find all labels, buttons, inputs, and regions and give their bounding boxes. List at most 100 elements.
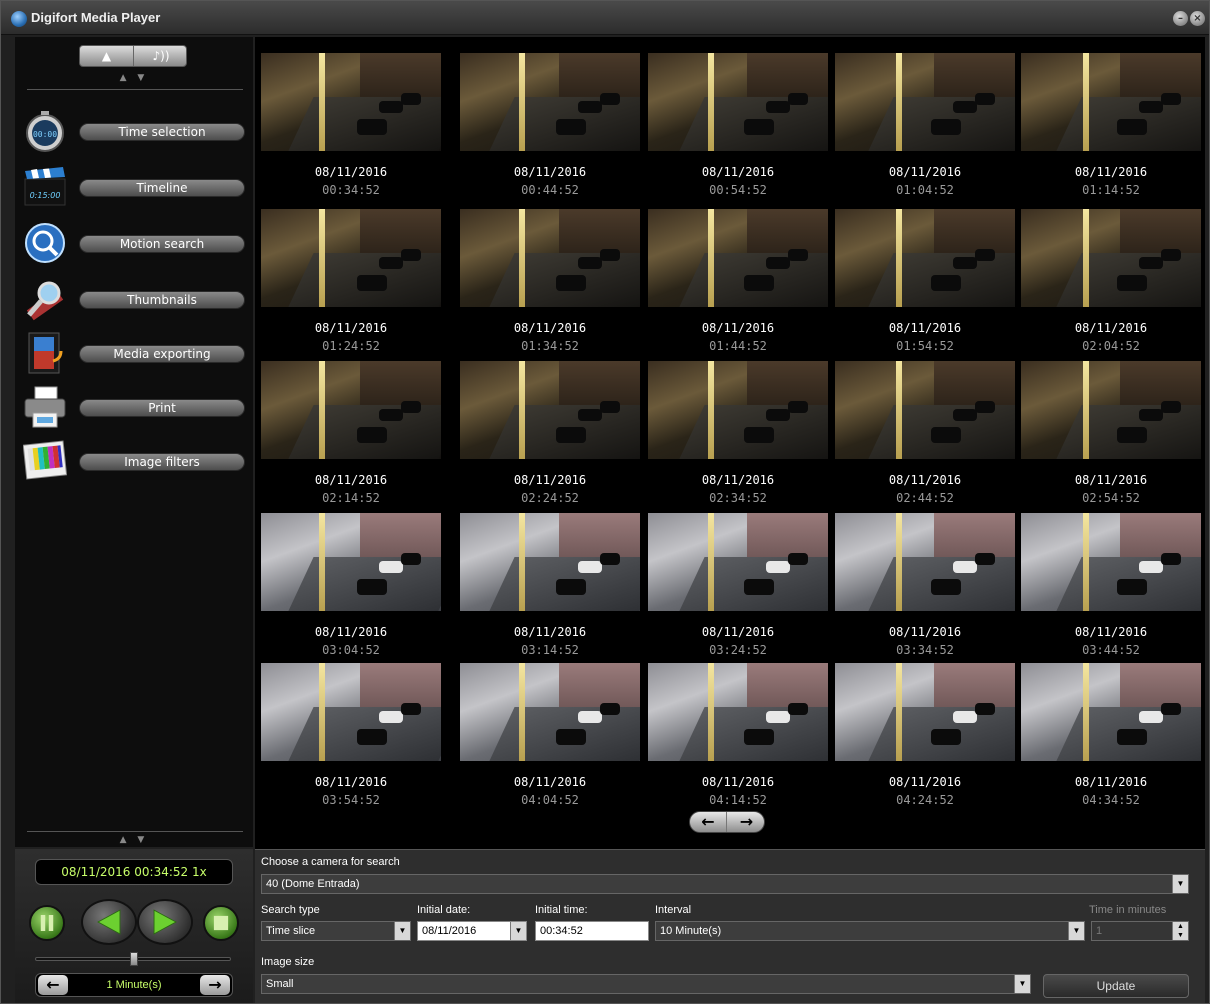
stop-button[interactable] bbox=[203, 905, 239, 941]
video-audio-toggle[interactable]: ▲ ♪)) bbox=[79, 45, 187, 67]
thumbnail-time: 00:54:52 bbox=[709, 183, 767, 197]
thumbnail-image[interactable] bbox=[261, 361, 441, 459]
step-interval-label: 1 Minute(s) bbox=[106, 979, 162, 991]
sidebar-scroll-arrows-top[interactable]: ▲ ▼ bbox=[15, 73, 253, 83]
initial-time-value: 00:34:52 bbox=[540, 925, 583, 937]
thumbnail-image[interactable] bbox=[460, 53, 640, 151]
tool-row-time-selection[interactable]: 00:00 Time selection bbox=[23, 109, 249, 157]
chevron-down-icon[interactable]: ▼ bbox=[394, 922, 410, 940]
title-bar: Digifort Media Player – × bbox=[1, 1, 1209, 35]
thumbnail-image[interactable] bbox=[261, 663, 441, 761]
thumbnail-image[interactable] bbox=[1021, 513, 1201, 611]
printer-icon bbox=[24, 386, 66, 428]
image-size-value: Small bbox=[266, 978, 294, 990]
chevron-down-icon[interactable]: ▼ bbox=[510, 922, 526, 940]
next-page-arrow-icon[interactable]: → bbox=[728, 812, 765, 832]
interval-select[interactable]: 10 Minute(s) ▼ bbox=[655, 921, 1085, 941]
tool-row-image-filters[interactable]: Image filters bbox=[23, 439, 249, 487]
step-back-arrow-icon[interactable]: ← bbox=[38, 975, 68, 995]
spinner-arrows-icon[interactable]: ▲ ▼ bbox=[1172, 922, 1188, 940]
thumbnail-date: 08/11/2016 bbox=[701, 321, 775, 335]
initial-time-field[interactable]: 00:34:52 bbox=[535, 921, 649, 941]
thumbnail-image[interactable] bbox=[835, 209, 1015, 307]
tool-row-media-exporting[interactable]: Media exporting bbox=[23, 331, 249, 379]
motion-search-button[interactable]: Motion search bbox=[79, 235, 245, 253]
thumbnail-image[interactable] bbox=[648, 361, 828, 459]
clapperboard-icon: 0:15:00 bbox=[24, 167, 66, 206]
search-type-value: Time slice bbox=[266, 925, 316, 937]
thumbnail-date: 08/11/2016 bbox=[513, 321, 587, 335]
play-forward-button[interactable] bbox=[137, 899, 193, 945]
thumbnail-image[interactable] bbox=[261, 209, 441, 307]
thumbnail-grid: ← → 08/11/2016 00:34:52 08/11/2016 00:44:52… bbox=[255, 37, 1205, 849]
chevron-down-icon[interactable]: ▼ bbox=[1014, 975, 1030, 993]
image-size-select[interactable]: Small ▼ bbox=[261, 974, 1031, 994]
minimize-button[interactable]: – bbox=[1173, 11, 1188, 26]
image-size-label: Image size bbox=[261, 956, 315, 968]
play-forward-icon bbox=[153, 909, 177, 935]
thumbnail-image[interactable] bbox=[835, 663, 1015, 761]
timeline-icon-text: 0:15:00 bbox=[30, 191, 61, 200]
thumbnail-image[interactable] bbox=[460, 663, 640, 761]
initial-date-field[interactable]: 08/11/2016 ▼ bbox=[417, 921, 527, 941]
thumbnail-image[interactable] bbox=[1021, 53, 1201, 151]
tool-row-thumbnails[interactable]: Thumbnails bbox=[23, 277, 249, 325]
image-filters-button[interactable]: Image filters bbox=[79, 453, 245, 471]
thumbnail-time: 02:04:52 bbox=[1082, 339, 1140, 353]
tool-row-timeline[interactable]: 0:15:00 Timeline bbox=[23, 165, 249, 213]
thumbnail-image[interactable] bbox=[460, 513, 640, 611]
initial-date-label: Initial date: bbox=[417, 904, 471, 916]
thumbnail-date: 08/11/2016 bbox=[1074, 473, 1148, 487]
sidebar-scroll-arrows-bottom[interactable]: ▲ ▼ bbox=[15, 835, 253, 845]
speed-slider-thumb[interactable] bbox=[130, 952, 138, 966]
thumbnail-image[interactable] bbox=[1021, 361, 1201, 459]
previous-page-arrow-icon[interactable]: ← bbox=[690, 812, 727, 832]
thumbnail-time: 03:24:52 bbox=[709, 643, 767, 657]
thumbnails-button[interactable]: Thumbnails bbox=[79, 291, 245, 309]
close-button[interactable]: × bbox=[1190, 11, 1205, 26]
video-mode-icon[interactable]: ▲ bbox=[80, 46, 134, 66]
thumbnail-image[interactable] bbox=[648, 53, 828, 151]
audio-mode-icon[interactable]: ♪)) bbox=[134, 46, 188, 66]
thumbnail-image[interactable] bbox=[261, 513, 441, 611]
pause-button[interactable] bbox=[29, 905, 65, 941]
thumbnail-date: 08/11/2016 bbox=[701, 625, 775, 639]
thumbnail-image[interactable] bbox=[648, 663, 828, 761]
search-type-select[interactable]: Time slice ▼ bbox=[261, 921, 411, 941]
thumbnail-image[interactable] bbox=[261, 53, 441, 151]
step-forward-arrow-icon[interactable]: → bbox=[200, 975, 230, 995]
thumbnail-time: 04:04:52 bbox=[521, 793, 579, 807]
tool-row-print[interactable]: Print bbox=[23, 385, 249, 433]
chevron-down-icon[interactable]: ▼ bbox=[1172, 875, 1188, 893]
thumbnail-date: 08/11/2016 bbox=[314, 165, 388, 179]
print-button[interactable]: Print bbox=[79, 399, 245, 417]
thumbnail-image[interactable] bbox=[835, 513, 1015, 611]
update-button[interactable]: Update bbox=[1043, 974, 1189, 998]
page-navigation: ← → bbox=[689, 811, 765, 833]
play-reverse-icon bbox=[97, 909, 121, 935]
thumbnail-date: 08/11/2016 bbox=[513, 625, 587, 639]
thumbnail-time: 03:44:52 bbox=[1082, 643, 1140, 657]
thumbnail-image[interactable] bbox=[835, 361, 1015, 459]
timeline-button[interactable]: Timeline bbox=[79, 179, 245, 197]
stop-icon bbox=[213, 915, 229, 931]
speed-slider[interactable] bbox=[35, 952, 231, 966]
camera-select[interactable]: 40 (Dome Entrada) ▼ bbox=[261, 874, 1189, 894]
thumbnail-date: 08/11/2016 bbox=[1074, 625, 1148, 639]
thumbnail-image[interactable] bbox=[648, 209, 828, 307]
media-exporting-button[interactable]: Media exporting bbox=[79, 345, 245, 363]
thumbnail-image[interactable] bbox=[1021, 663, 1201, 761]
thumbnail-image[interactable] bbox=[1021, 209, 1201, 307]
chevron-down-icon[interactable]: ▼ bbox=[1068, 922, 1084, 940]
time-selection-button[interactable]: Time selection bbox=[79, 123, 245, 141]
thumbnail-date: 08/11/2016 bbox=[314, 775, 388, 789]
search-type-label: Search type bbox=[261, 904, 320, 916]
time-in-minutes-field[interactable]: 1 ▲ ▼ bbox=[1091, 921, 1189, 941]
tool-row-motion-search[interactable]: Motion search bbox=[23, 221, 249, 269]
thumbnail-time: 02:54:52 bbox=[1082, 491, 1140, 505]
thumbnail-image[interactable] bbox=[835, 53, 1015, 151]
play-reverse-button[interactable] bbox=[81, 899, 137, 945]
thumbnail-image[interactable] bbox=[460, 361, 640, 459]
thumbnail-image[interactable] bbox=[460, 209, 640, 307]
thumbnail-image[interactable] bbox=[648, 513, 828, 611]
